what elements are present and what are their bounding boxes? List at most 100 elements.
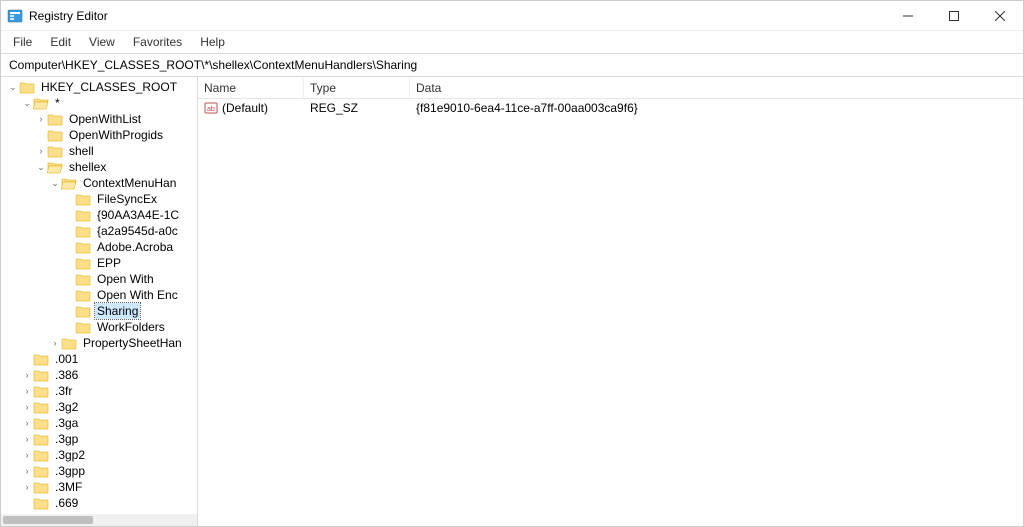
- folder-icon: [75, 208, 91, 222]
- menu-favorites[interactable]: Favorites: [125, 33, 190, 51]
- folder-icon: [47, 112, 63, 126]
- tree-node-label: PropertySheetHan: [81, 335, 184, 351]
- tree-node-extension[interactable]: .669: [1, 495, 197, 511]
- folder-icon: [47, 128, 63, 142]
- chevron-right-icon[interactable]: ›: [21, 431, 33, 447]
- tree-node-cmh-child[interactable]: Open With Enc: [1, 287, 197, 303]
- tree-node-hkcr[interactable]: ⌄ HKEY_CLASSES_ROOT: [1, 79, 197, 95]
- folder-icon: [75, 240, 91, 254]
- column-header-type[interactable]: Type: [304, 78, 410, 98]
- tree-node-extension[interactable]: › .3g2: [1, 399, 197, 415]
- folder-icon: [75, 272, 91, 286]
- tree-node-cmh-child[interactable]: Adobe.Acroba: [1, 239, 197, 255]
- chevron-right-icon[interactable]: ›: [35, 111, 47, 127]
- folder-icon: [75, 192, 91, 206]
- folder-open-icon: [47, 160, 63, 174]
- tree-node-extension[interactable]: .001: [1, 351, 197, 367]
- tree-node-label: OpenWithList: [67, 111, 143, 127]
- tree-node-propertysheethandlers[interactable]: › PropertySheetHan: [1, 335, 197, 351]
- tree-node-label: HKEY_CLASSES_ROOT: [39, 79, 179, 95]
- tree-node-extension[interactable]: › .3gp: [1, 431, 197, 447]
- chevron-down-icon[interactable]: ⌄: [49, 175, 61, 191]
- column-header-name[interactable]: Name: [198, 78, 304, 98]
- folder-icon: [75, 224, 91, 238]
- scrollbar-thumb[interactable]: [3, 516, 93, 524]
- tree-node-label: .001: [53, 351, 80, 367]
- folder-open-icon: [33, 96, 49, 110]
- chevron-down-icon[interactable]: ⌄: [35, 159, 47, 175]
- tree-node-cmh-child[interactable]: Open With: [1, 271, 197, 287]
- tree-node-openwithprogids[interactable]: OpenWithProgids: [1, 127, 197, 143]
- tree-node-label: .3ga: [53, 415, 80, 431]
- tree-node-cmh-child[interactable]: WorkFolders: [1, 319, 197, 335]
- tree-node-contextmenuhandlers[interactable]: ⌄ ContextMenuHan: [1, 175, 197, 191]
- tree-node-extension[interactable]: ›.3gp2: [1, 447, 197, 463]
- tree-node-star[interactable]: ⌄ *: [1, 95, 197, 111]
- tree-node-label: Open With Enc: [95, 287, 180, 303]
- chevron-right-icon[interactable]: ›: [21, 399, 33, 415]
- tree-node-label: *: [53, 95, 62, 111]
- folder-icon: [33, 368, 49, 382]
- folder-icon: [75, 256, 91, 270]
- svg-text:ab: ab: [207, 106, 215, 113]
- tree-node-label: .3MF: [53, 479, 84, 495]
- tree-node-extension[interactable]: › .3MF: [1, 479, 197, 495]
- minimize-button[interactable]: [885, 1, 931, 31]
- tree-node-shellex[interactable]: ⌄ shellex: [1, 159, 197, 175]
- tree-node-label: FileSyncEx: [95, 191, 159, 207]
- chevron-right-icon[interactable]: ›: [21, 447, 33, 463]
- tree-node-extension[interactable]: ›.3fr: [1, 383, 197, 399]
- addressbar: [1, 53, 1023, 77]
- maximize-button[interactable]: [931, 1, 977, 31]
- tree-node-cmh-child[interactable]: FileSyncEx: [1, 191, 197, 207]
- chevron-right-icon[interactable]: ›: [49, 335, 61, 351]
- tree-node-label: Sharing: [95, 303, 140, 319]
- tree-pane: ⌄ HKEY_CLASSES_ROOT ⌄ * › OpenWithList: [1, 77, 198, 526]
- chevron-right-icon[interactable]: ›: [35, 143, 47, 159]
- tree-node-label: .3gpp: [53, 463, 87, 479]
- tree-node-label: OpenWithProgids: [67, 127, 165, 143]
- window-controls: [885, 1, 1023, 31]
- address-input[interactable]: [7, 57, 1017, 73]
- chevron-right-icon[interactable]: ›: [21, 463, 33, 479]
- list-header: Name Type Data: [198, 77, 1023, 99]
- folder-icon: [33, 496, 49, 510]
- tree-node-label: {90AA3A4E-1C: [95, 207, 181, 223]
- menu-help[interactable]: Help: [192, 33, 233, 51]
- tree-node-openwithlist[interactable]: › OpenWithList: [1, 111, 197, 127]
- chevron-right-icon[interactable]: ›: [21, 367, 33, 383]
- tree-node-cmh-child[interactable]: Sharing: [1, 303, 197, 319]
- folder-icon: [33, 400, 49, 414]
- menu-view[interactable]: View: [81, 33, 123, 51]
- menu-edit[interactable]: Edit: [42, 33, 79, 51]
- tree-node-label: ContextMenuHan: [81, 175, 178, 191]
- tree-node-extension[interactable]: › .3ga: [1, 415, 197, 431]
- tree-node-label: .3gp: [53, 431, 80, 447]
- folder-icon: [75, 320, 91, 334]
- titlebar: Registry Editor: [1, 1, 1023, 31]
- chevron-right-icon[interactable]: ›: [21, 383, 33, 399]
- value-row[interactable]: ab (Default) REG_SZ {f81e9010-6ea4-11ce-…: [198, 99, 1023, 117]
- tree-node-extension[interactable]: › .3gpp: [1, 463, 197, 479]
- window-title: Registry Editor: [29, 9, 885, 23]
- tree-node-label: EPP: [95, 255, 123, 271]
- tree-node-extension[interactable]: ›.386: [1, 367, 197, 383]
- tree-horizontal-scrollbar[interactable]: [1, 514, 197, 526]
- chevron-down-icon[interactable]: ⌄: [21, 95, 33, 111]
- tree-node-label: .3g2: [53, 399, 80, 415]
- chevron-right-icon[interactable]: ›: [21, 415, 33, 431]
- regedit-icon: [7, 8, 23, 24]
- close-button[interactable]: [977, 1, 1023, 31]
- tree-node-cmh-child[interactable]: {90AA3A4E-1C: [1, 207, 197, 223]
- tree-node-label: .669: [53, 495, 80, 511]
- menu-file[interactable]: File: [5, 33, 40, 51]
- list-body[interactable]: ab (Default) REG_SZ {f81e9010-6ea4-11ce-…: [198, 99, 1023, 526]
- chevron-right-icon[interactable]: ›: [21, 479, 33, 495]
- tree-node-shell[interactable]: › shell: [1, 143, 197, 159]
- tree-scroll[interactable]: ⌄ HKEY_CLASSES_ROOT ⌄ * › OpenWithList: [1, 77, 197, 514]
- column-header-data[interactable]: Data: [410, 78, 1023, 98]
- chevron-down-icon[interactable]: ⌄: [7, 79, 19, 95]
- tree-node-cmh-child[interactable]: EPP: [1, 255, 197, 271]
- tree-node-cmh-child[interactable]: {a2a9545d-a0c: [1, 223, 197, 239]
- tree-node-label: {a2a9545d-a0c: [95, 223, 180, 239]
